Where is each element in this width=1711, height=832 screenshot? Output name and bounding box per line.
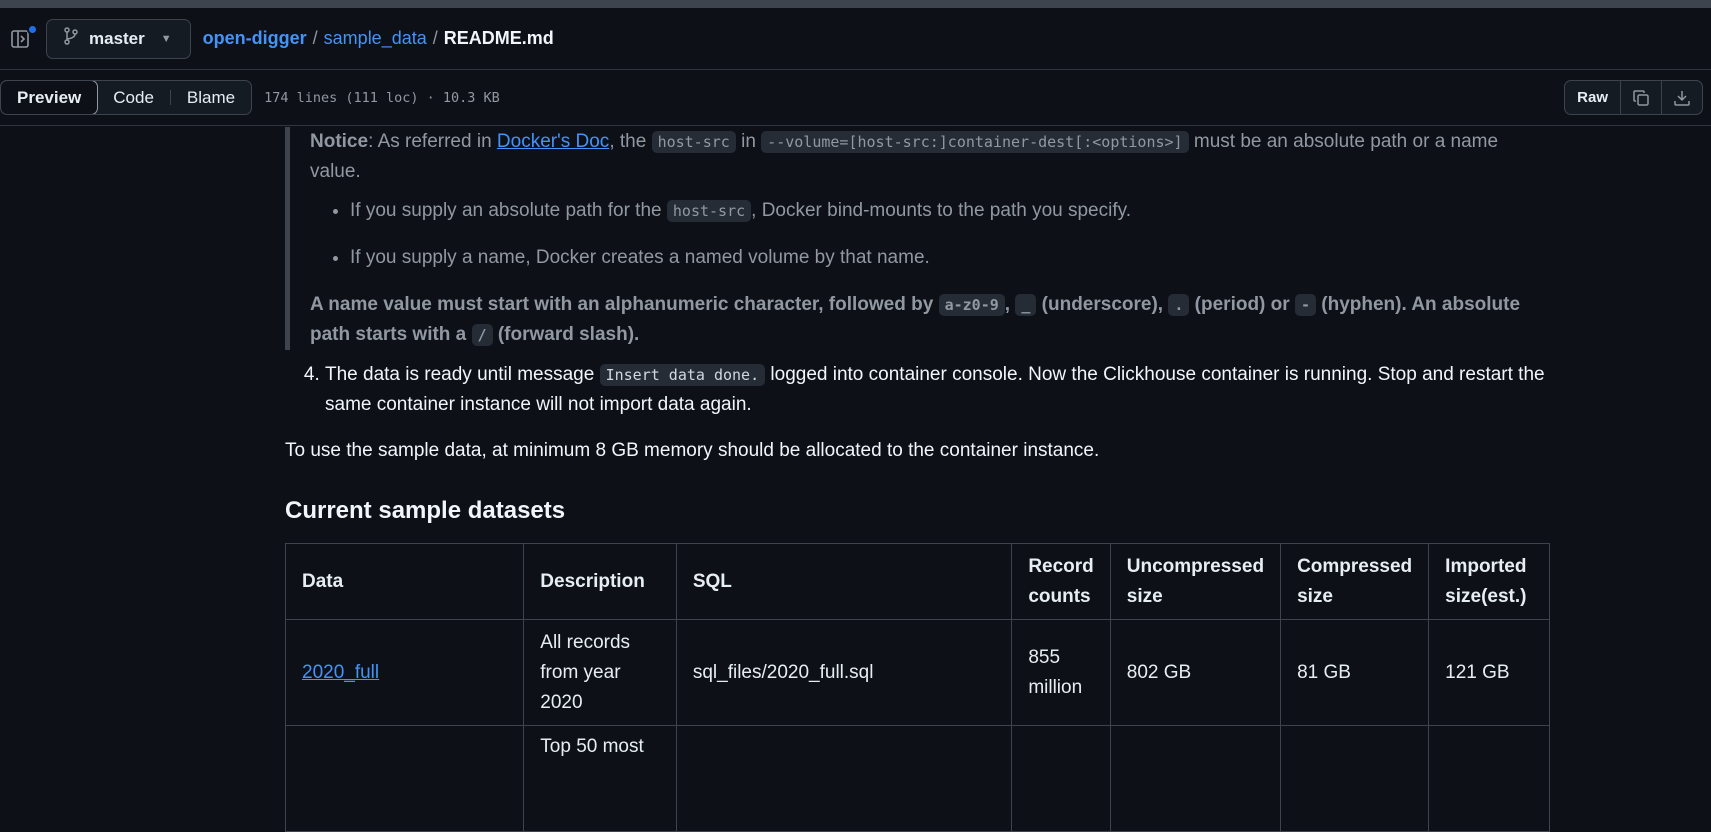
- column-header: Record counts: [1011, 543, 1111, 620]
- name-rule-paragraph: A name value must start with an alphanum…: [310, 290, 1550, 350]
- download-icon[interactable]: [1661, 81, 1702, 114]
- breadcrumb-current-file: README.md: [443, 28, 554, 48]
- window-top-strip: [0, 0, 1711, 8]
- text: ,: [1004, 294, 1016, 315]
- datasets-table: Data Description SQL Record counts Uncom…: [284, 543, 1550, 832]
- table-cell: Top 50 most: [523, 725, 677, 832]
- column-header: Compressed size: [1280, 543, 1430, 620]
- table-cell: sql_files/2020_full.sql: [675, 619, 1013, 726]
- table-cell: [1428, 725, 1550, 832]
- table-cell: 121 GB: [1428, 619, 1550, 726]
- column-header: Imported size(est.): [1428, 543, 1550, 620]
- file-toolbar: Preview Code Blame 174 lines (111 loc) ·…: [0, 70, 1711, 126]
- inline-code: -: [1294, 294, 1316, 316]
- memory-note: To use the sample data, at minimum 8 GB …: [285, 440, 1100, 461]
- column-header: Data: [284, 543, 525, 620]
- table-row: 2020_full All records from year 2020 sql…: [284, 619, 1550, 726]
- table-cell: 2020_full: [284, 619, 525, 726]
- table-cell: [1280, 725, 1430, 832]
- text: The data is ready until message: [325, 364, 600, 385]
- notification-dot: [27, 23, 38, 35]
- text: A name value must start with an alphanum…: [310, 294, 939, 315]
- table-cell: [675, 725, 1013, 832]
- table-header-row: Data Description SQL Record counts Uncom…: [284, 543, 1550, 620]
- breadcrumb-separator: /: [432, 28, 438, 48]
- breadcrumb: open-digger / sample_data / README.md: [203, 28, 554, 49]
- tab-code[interactable]: Code: [97, 81, 170, 114]
- table-cell: [284, 725, 525, 832]
- inline-code: _: [1015, 294, 1037, 316]
- inline-code: host-src: [651, 131, 736, 153]
- table-cell: [1109, 725, 1282, 832]
- chevron-down-icon: ▼: [160, 32, 172, 45]
- inline-code: a-z0-9: [938, 294, 1005, 316]
- inline-code: Insert data done.: [599, 364, 766, 386]
- text: If you supply an absolute path for the: [350, 200, 667, 221]
- branch-selector-button[interactable]: master ▼: [46, 18, 191, 59]
- breadcrumb-repo-link[interactable]: open-digger: [203, 28, 307, 49]
- inline-code: host-src: [666, 200, 752, 222]
- tab-blame[interactable]: Blame: [171, 81, 251, 114]
- text: , the: [609, 131, 652, 152]
- section-heading: Current sample datasets: [285, 497, 566, 524]
- column-header: SQL: [675, 543, 1013, 620]
- text: : As referred in: [368, 131, 497, 152]
- expand-sidebar-icon[interactable]: [8, 23, 38, 51]
- inline-code: .: [1168, 294, 1190, 316]
- path-bar: master ▼ open-digger / sample_data / REA…: [0, 8, 1711, 70]
- view-mode-tabs: Preview Code Blame: [0, 80, 253, 115]
- tab-preview[interactable]: Preview: [1, 81, 99, 114]
- breadcrumb-separator: /: [312, 28, 318, 48]
- table-cell: 802 GB: [1109, 619, 1282, 726]
- text: (period) or: [1189, 294, 1295, 315]
- raw-button[interactable]: Raw: [1565, 81, 1620, 114]
- table-cell: [1011, 725, 1111, 832]
- copy-icon[interactable]: [1620, 81, 1661, 114]
- dockers-doc-link[interactable]: Docker's Doc: [497, 131, 609, 152]
- dataset-link[interactable]: 2020_full: [302, 662, 379, 683]
- notice-paragraph: Notice: As referred in Docker's Doc, the…: [310, 127, 1550, 187]
- table-cell: 855 million: [1011, 619, 1111, 726]
- table-row: Top 50 most: [284, 725, 1550, 832]
- inline-code: --volume=[host-src:]container-dest[:<opt…: [761, 131, 1189, 153]
- text: in: [735, 131, 762, 152]
- notice-blockquote: Notice: As referred in Docker's Doc, the…: [285, 127, 1550, 350]
- text: (underscore),: [1036, 294, 1169, 315]
- text: , Docker bind-mounts to the path you spe…: [751, 200, 1131, 221]
- file-info: 174 lines (111 loc) · 10.3 KB: [264, 89, 500, 106]
- column-header: Uncompressed size: [1109, 543, 1282, 620]
- notice-list: If you supply an absolute path for the h…: [310, 196, 1550, 273]
- text: (forward slash).: [492, 324, 640, 345]
- branch-name: master: [89, 28, 145, 48]
- readme-content: Notice: As referred in Docker's Doc, the…: [284, 127, 1550, 832]
- list-item: If you supply a name, Docker creates a n…: [350, 243, 1550, 273]
- table-cell: 81 GB: [1280, 619, 1430, 726]
- list-item: If you supply an absolute path for the h…: [350, 196, 1550, 226]
- steps-list: The data is ready until message Insert d…: [285, 360, 1550, 420]
- table-cell: All records from year 2020: [523, 619, 677, 726]
- column-header: Description: [523, 543, 677, 620]
- git-branch-icon: [63, 27, 79, 50]
- notice-label: Notice: [310, 131, 369, 152]
- file-actions: Raw: [1564, 80, 1703, 115]
- inline-code: /: [471, 324, 493, 346]
- list-item: The data is ready until message Insert d…: [325, 360, 1550, 420]
- breadcrumb-folder-link[interactable]: sample_data: [324, 28, 427, 49]
- text: If you supply a name, Docker creates a n…: [350, 247, 930, 268]
